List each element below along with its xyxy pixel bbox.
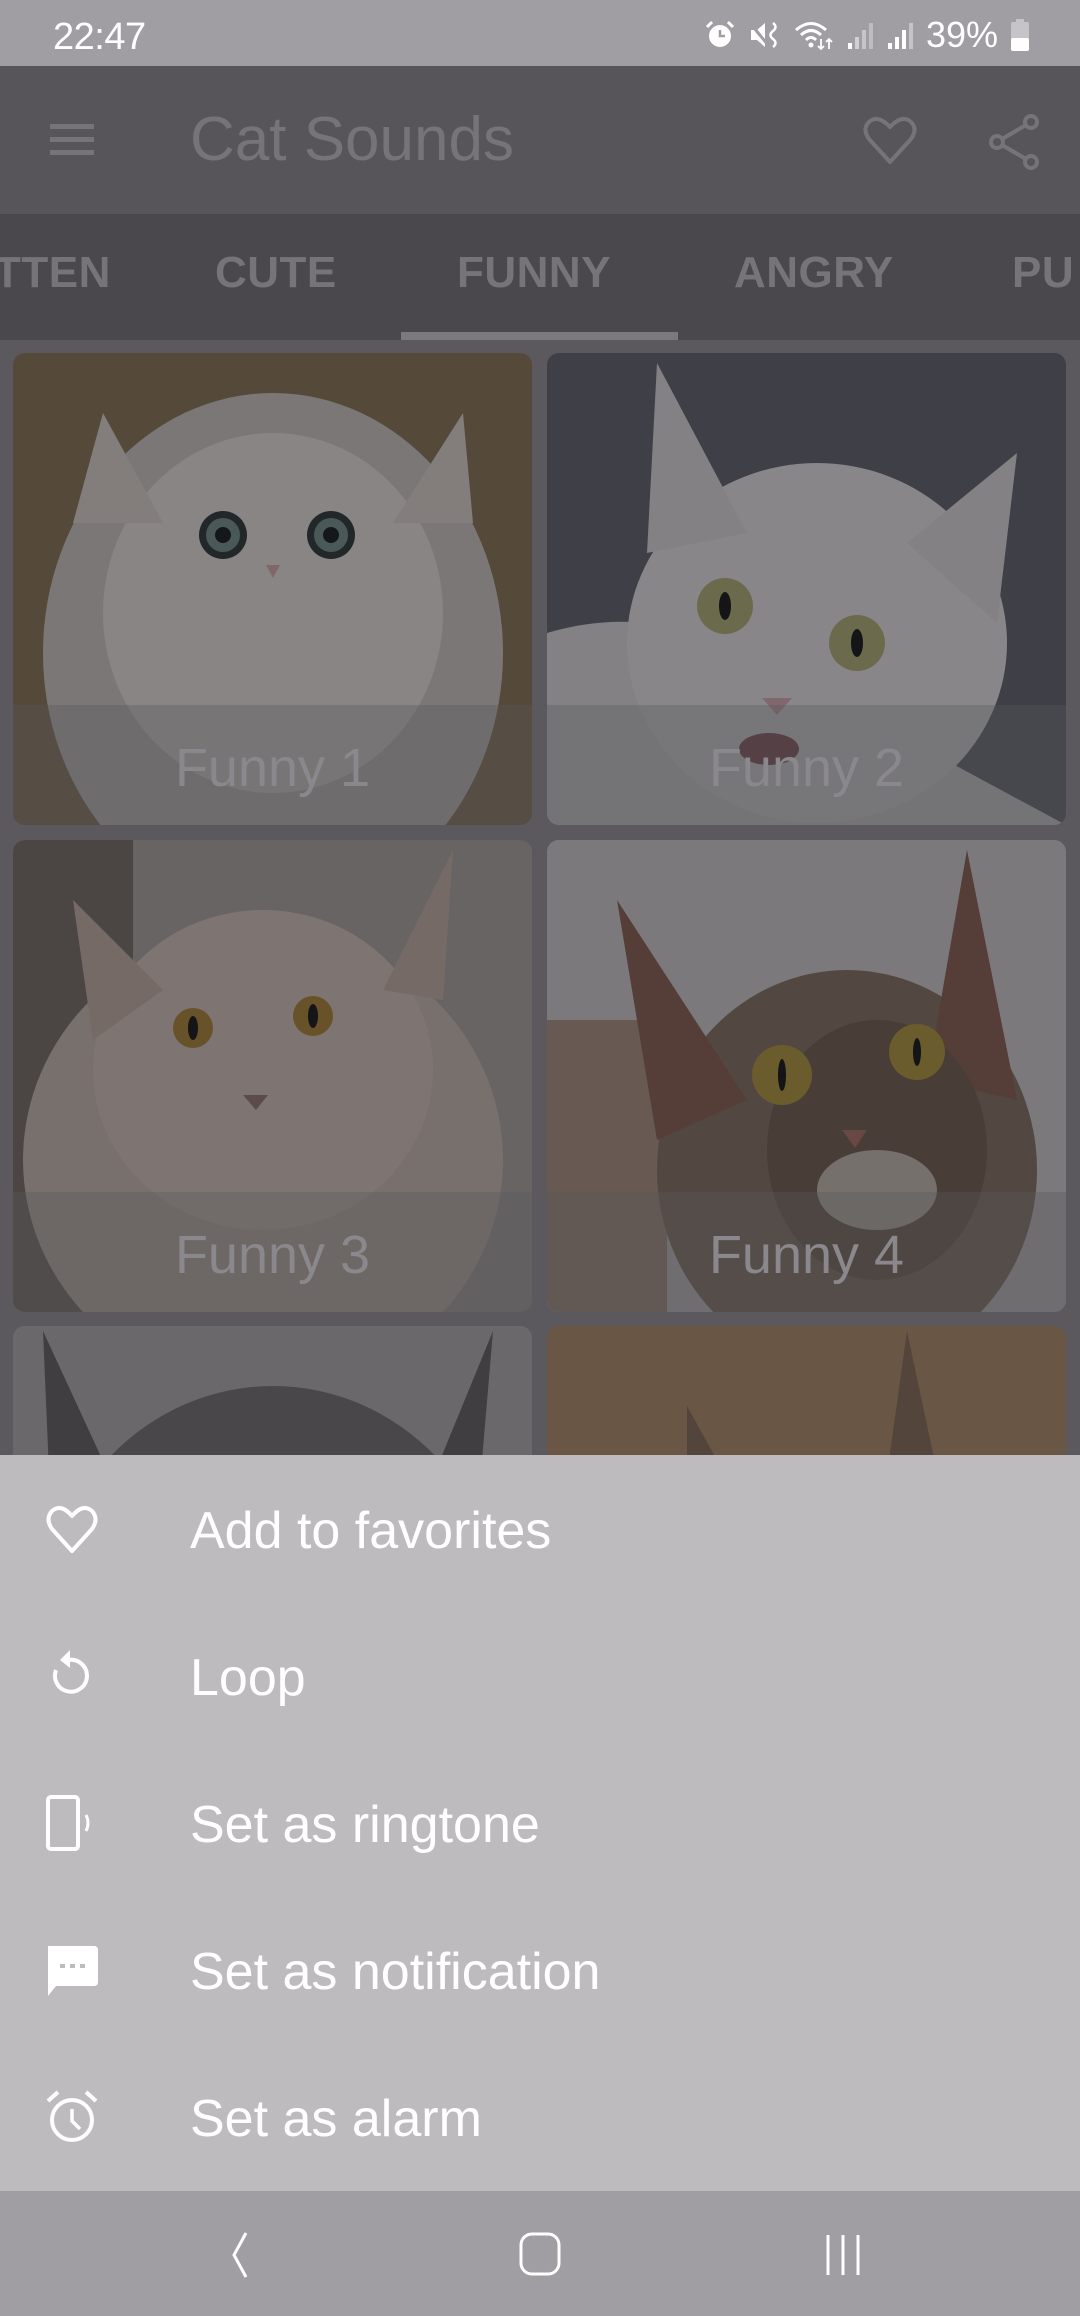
sound-grid: Funny 1 Funny 2 Funny 3 Funny 4 bbox=[0, 340, 1080, 1455]
tab-purring[interactable]: PU bbox=[1012, 248, 1074, 298]
home-icon[interactable] bbox=[500, 2219, 580, 2289]
tab-kitten[interactable]: TTEN bbox=[0, 248, 111, 298]
category-tabs: TTEN CUTE FUNNY ANGRY PU bbox=[0, 214, 1080, 340]
status-time: 22:47 bbox=[53, 16, 146, 58]
sound-card[interactable] bbox=[547, 1326, 1066, 1455]
system-nav-bar bbox=[0, 2191, 1080, 2316]
battery-icon bbox=[1011, 19, 1029, 51]
back-icon[interactable] bbox=[200, 2219, 280, 2289]
sound-card[interactable]: Funny 4 bbox=[547, 840, 1066, 1312]
menu-item-set-as-alarm[interactable]: Set as alarm bbox=[0, 2043, 1080, 2190]
menu-item-set-as-notification[interactable]: Set as notification bbox=[0, 1896, 1080, 2043]
sound-card[interactable]: Funny 2 bbox=[547, 353, 1066, 825]
loop-icon bbox=[52, 1650, 89, 1694]
signal-1-icon bbox=[847, 23, 873, 49]
status-bar: 22:47 39% bbox=[0, 0, 1080, 66]
wifi-icon bbox=[794, 22, 833, 51]
sound-card[interactable]: Funny 3 bbox=[13, 840, 532, 1312]
hamburger-menu-icon[interactable] bbox=[42, 118, 102, 162]
recents-icon[interactable] bbox=[803, 2219, 883, 2289]
card-caption: Funny 3 bbox=[174, 1225, 371, 1285]
alarm-clock-icon bbox=[46, 2090, 98, 2142]
card-caption: Funny 4 bbox=[708, 1225, 905, 1285]
menu-item-label: Add to favorites bbox=[190, 1502, 552, 1560]
phone-ringtone-icon bbox=[46, 1795, 90, 1851]
sound-card[interactable] bbox=[13, 1326, 532, 1455]
tab-funny[interactable]: FUNNY bbox=[457, 248, 611, 298]
heart-outline-icon[interactable] bbox=[860, 112, 920, 168]
menu-item-set-as-ringtone[interactable]: Set as ringtone bbox=[0, 1749, 1080, 1896]
tab-angry[interactable]: ANGRY bbox=[734, 248, 894, 298]
card-caption: Funny 2 bbox=[708, 738, 905, 798]
menu-item-label: Set as ringtone bbox=[190, 1796, 540, 1854]
message-notification-icon bbox=[48, 1946, 98, 1996]
sound-options-sheet: Add to favorites Loop Set as ringtone Se… bbox=[0, 1455, 1080, 2191]
signal-2-icon bbox=[887, 23, 913, 49]
menu-item-label: Set as notification bbox=[190, 1943, 601, 2001]
menu-item-label: Loop bbox=[190, 1649, 306, 1707]
vibrate-mute-icon bbox=[748, 22, 777, 48]
tab-cute[interactable]: CUTE bbox=[215, 248, 337, 298]
heart-outline-icon bbox=[46, 1505, 98, 1553]
menu-item-loop[interactable]: Loop bbox=[0, 1602, 1080, 1749]
card-caption: Funny 1 bbox=[174, 738, 371, 798]
share-icon[interactable] bbox=[985, 112, 1045, 172]
battery-percent: 39% bbox=[925, 14, 998, 55]
status-icons: 39% bbox=[704, 14, 1030, 55]
menu-item-label: Set as alarm bbox=[190, 2090, 482, 2148]
selected-tab-indicator bbox=[401, 332, 678, 340]
app-bar: Cat Sounds bbox=[0, 66, 1080, 214]
sound-card[interactable]: Funny 1 bbox=[13, 353, 532, 825]
app-title: Cat Sounds bbox=[190, 105, 514, 174]
menu-item-add-to-favorites[interactable]: Add to favorites bbox=[0, 1455, 1080, 1602]
alarm-icon bbox=[705, 20, 734, 47]
